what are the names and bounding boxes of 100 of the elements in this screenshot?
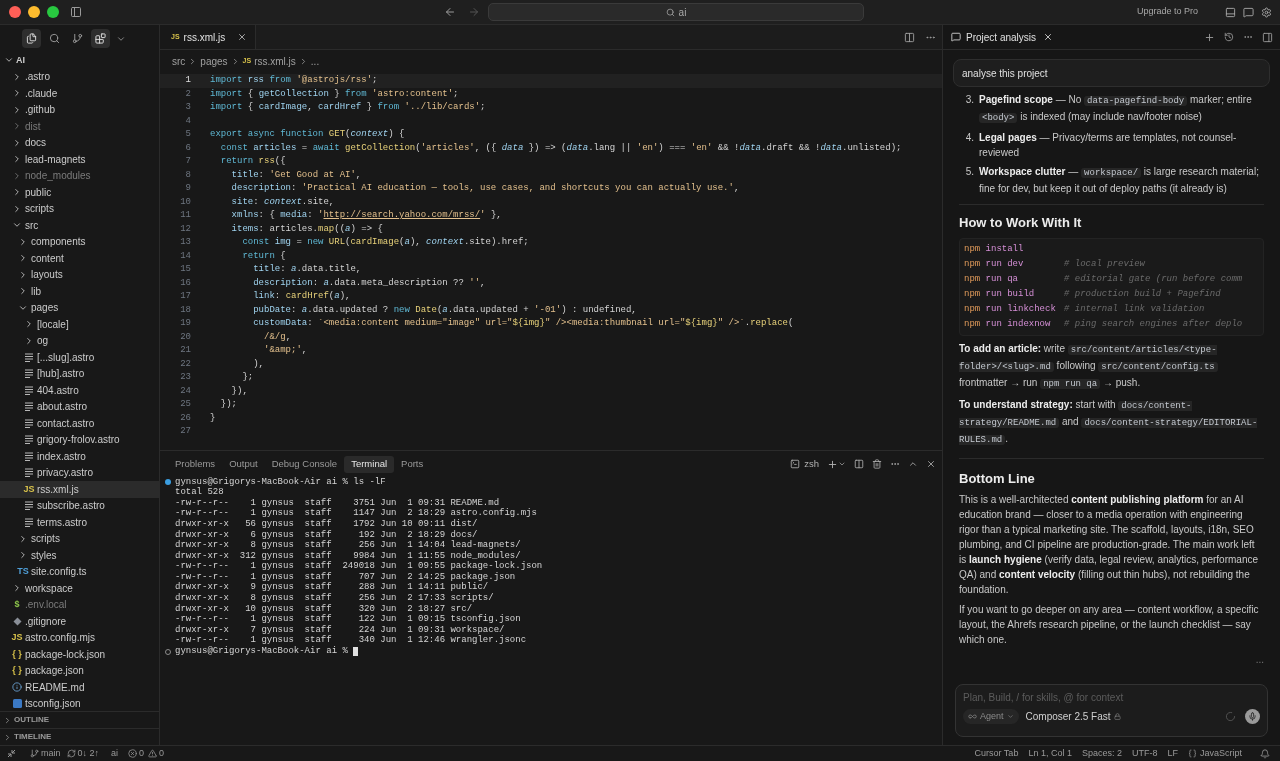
file-item[interactable]: TS site.config.ts [0, 563, 159, 580]
files-icon[interactable] [22, 29, 41, 48]
status-item[interactable]: Spaces: 2 [1081, 746, 1122, 761]
file-item[interactable]: [hub].astro [0, 365, 159, 382]
folder-item[interactable]: dist [0, 118, 159, 135]
microphone-button[interactable] [1245, 709, 1260, 724]
folder-item[interactable]: .github [0, 101, 159, 118]
file-item[interactable]: $ .env.local [0, 596, 159, 613]
folder-item[interactable]: src [0, 217, 159, 234]
file-item[interactable]: 404.astro [0, 382, 159, 399]
file-item[interactable]: contact.astro [0, 415, 159, 432]
maximize-window-button[interactable] [47, 6, 59, 18]
file-item[interactable]: privacy.astro [0, 464, 159, 481]
breadcrumb-item[interactable]: src [172, 53, 186, 69]
history-icon[interactable] [1224, 32, 1234, 42]
panel-toggle-icon[interactable] [1225, 6, 1236, 18]
panel-tab[interactable]: Ports [394, 455, 431, 473]
terminal-line: drwxr-xr-x 6 gynsus staff 192 Jun 2 18:29 docs/ [175, 528, 478, 540]
line-number: 22 [179, 357, 191, 371]
file-item[interactable]: about.astro [0, 398, 159, 415]
breadcrumb-item[interactable]: ... [310, 53, 320, 69]
panel-tab[interactable]: Terminal [344, 455, 395, 473]
list-item-text: Workspace clutter — workspace/ is large research material; fine for dev, but keep it out of deploy paths (it already is) [979, 165, 1260, 196]
folder-indicator[interactable]: ai [111, 746, 119, 761]
code-line: import { cardImage, cardHref } from '../lib/cards'; [210, 101, 486, 114]
chat-icon[interactable] [1243, 6, 1254, 18]
language-indicator[interactable]: JavaScript [1187, 746, 1242, 761]
code-line: npm run dev # local preview [964, 258, 1146, 271]
chat-tab[interactable]: Project analysis [951, 29, 1054, 45]
notifications-icon[interactable] [1260, 748, 1270, 759]
file-item[interactable]: index.astro [0, 448, 159, 465]
new-terminal-button[interactable] [827, 458, 846, 470]
new-chat-icon[interactable] [1204, 31, 1215, 43]
file-item[interactable]: JS astro.config.mjs [0, 629, 159, 646]
folder-item[interactable]: og [0, 332, 159, 349]
file-item[interactable]: { } package.json [0, 662, 159, 679]
file-item[interactable]: JS rss.xml.js [0, 481, 159, 498]
folder-item[interactable]: docs [0, 134, 159, 151]
code-line: import rss from '@astrojs/rss'; [210, 74, 378, 87]
split-terminal-icon[interactable] [854, 459, 864, 469]
blocks-icon[interactable] [91, 29, 110, 48]
problems-indicator[interactable]: 0 0 [128, 746, 165, 761]
folder-item[interactable]: scripts [0, 200, 159, 217]
settings-icon[interactable] [1261, 6, 1272, 18]
folder-item[interactable]: scripts [0, 530, 159, 547]
folder-item[interactable]: content [0, 250, 159, 267]
minimize-window-button[interactable] [28, 6, 40, 18]
close-icon[interactable] [237, 32, 248, 42]
panel-tab[interactable]: Debug Console [264, 455, 345, 473]
upgrade-link[interactable]: Upgrade to Pro [1136, 5, 1198, 19]
close-window-button[interactable] [9, 6, 21, 18]
breadcrumb-item[interactable]: pages [200, 53, 228, 69]
line-number: 16 [179, 276, 191, 290]
model-selector[interactable]: Composer 2.5 Fast [1025, 709, 1121, 724]
trash-icon[interactable] [872, 459, 882, 469]
sync-indicator[interactable]: 0↓ 2↑ [66, 746, 100, 761]
folder-item[interactable]: .astro [0, 68, 159, 85]
sidebar-toggle-icon[interactable] [70, 6, 82, 18]
shell-selector[interactable]: zsh [790, 456, 819, 472]
status-item[interactable]: LF [1167, 746, 1178, 761]
status-item[interactable]: Ln 1, Col 1 [1028, 746, 1072, 761]
folder-item[interactable]: lead-magnets [0, 151, 159, 168]
file-item[interactable]: subscribe.astro [0, 497, 159, 514]
back-icon[interactable] [444, 6, 456, 18]
file-item[interactable]: .gitignore [0, 613, 159, 630]
folder-item[interactable]: .claude [0, 85, 159, 102]
status-item[interactable]: Cursor Tab [974, 746, 1019, 761]
folder-item[interactable]: styles [0, 547, 159, 564]
branch-indicator[interactable]: main [30, 746, 61, 761]
close-icon[interactable] [926, 459, 936, 469]
section-header[interactable]: OUTLINE [0, 711, 159, 728]
chat-input-field[interactable]: Plan, Build, / for skills, @ for context Agent Composer 2.5 Fast [955, 684, 1268, 737]
file-item[interactable]: [...slug].astro [0, 349, 159, 366]
panel-tab[interactable]: Problems [168, 455, 223, 473]
status-item[interactable]: UTF-8 [1131, 746, 1158, 761]
panel-right-icon[interactable] [1262, 31, 1273, 43]
file-item[interactable]: README.md [0, 679, 159, 696]
folder-item[interactable]: lib [0, 283, 159, 300]
mode-dropdown[interactable]: Agent [963, 709, 1019, 724]
maximize-panel-icon[interactable] [908, 459, 918, 469]
command-search-field[interactable]: ai [488, 3, 864, 21]
code-line: description: 'Practical AI education — tools, use cases, and shortcuts you can actually use.', [230, 182, 740, 195]
code-line: const img = new URL(cardImage(a), context.site).href; [241, 236, 529, 249]
folder-item[interactable]: components [0, 233, 159, 250]
folder-item[interactable]: node_modules [0, 167, 159, 184]
folder-item[interactable]: layouts [0, 266, 159, 283]
file-item[interactable]: { } package-lock.json [0, 646, 159, 663]
folder-item[interactable]: public [0, 184, 159, 201]
folder-item[interactable]: [locale] [0, 316, 159, 333]
remote-icon[interactable] [7, 749, 16, 758]
folder-item[interactable]: workspace [0, 580, 159, 597]
file-item[interactable]: terms.astro [0, 514, 159, 531]
breadcrumb-item[interactable]: rss.xml.js [254, 53, 296, 69]
panel-tab[interactable]: Output [222, 455, 265, 473]
file-item[interactable]: grigory-frolov.astro [0, 431, 159, 448]
section-header[interactable]: TIMELINE [0, 728, 159, 745]
folder-item[interactable]: pages [0, 299, 159, 316]
split-editor-icon[interactable] [904, 31, 915, 43]
file-item[interactable]: tsconfig.json [0, 695, 159, 711]
folder-root-item[interactable]: AI [0, 52, 159, 69]
